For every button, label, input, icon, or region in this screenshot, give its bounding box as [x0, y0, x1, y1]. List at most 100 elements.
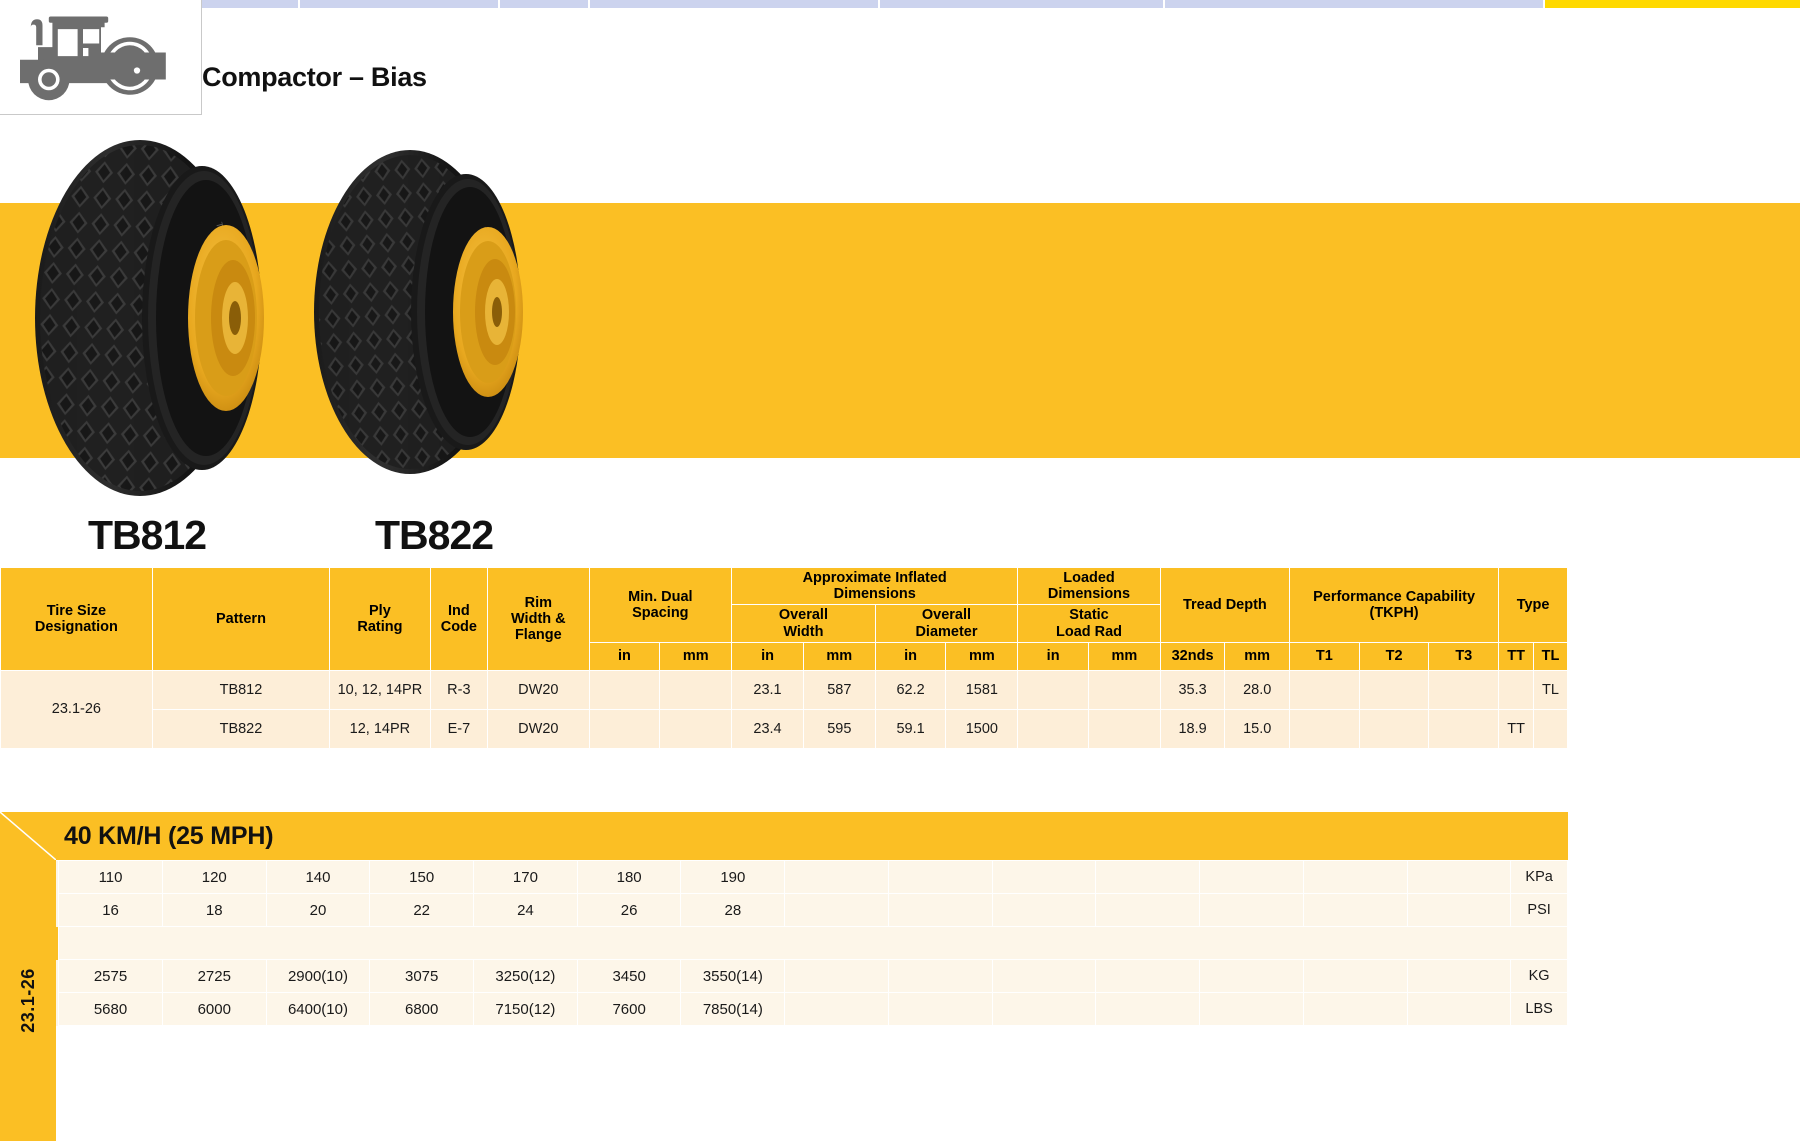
cell-ind-code: R-3	[429, 669, 489, 710]
cell-kpa	[887, 860, 993, 894]
cell-ply-rating: 10, 12, 14PR	[329, 669, 431, 710]
cell-kg: 3075	[369, 959, 475, 993]
row-pressure-psi: 16 18 20 22 24 26 28 PSI	[0, 893, 1568, 927]
th-rim-width-flange: Rim Width & Flange	[487, 567, 590, 671]
load-pressure-block: 23.1-26 40 KM/H (25 MPH) 110 120 140 150…	[0, 812, 1568, 1141]
cell-t3	[1428, 669, 1500, 710]
cell-od-mm: 1500	[945, 708, 1019, 749]
top-tab-3[interactable]	[500, 0, 590, 8]
cell-kg: 2575	[58, 959, 163, 993]
th-unit-md-mm: mm	[659, 641, 733, 671]
cell-kg: 2725	[161, 959, 267, 993]
cell-kpa	[991, 860, 1097, 894]
cell-lbs	[1095, 992, 1201, 1026]
cell-t1	[1288, 708, 1360, 749]
row-pressure-kpa: 110 120 140 150 170 180 190 KPa	[0, 860, 1568, 894]
gap-cell	[58, 926, 1568, 960]
th-unit-td-mm: mm	[1224, 641, 1290, 671]
th-type: Type	[1498, 567, 1568, 643]
th-tire-size: Tire Size Designation	[0, 567, 153, 671]
cell-rim: DW20	[487, 669, 590, 710]
unit-label-psi: PSI	[1510, 893, 1568, 927]
cell-od-in: 62.2	[874, 669, 947, 710]
top-tab-strip[interactable]	[180, 0, 1800, 8]
top-tab-4[interactable]	[590, 0, 880, 8]
top-tab-2[interactable]	[300, 0, 500, 8]
cell-td-32nds: 35.3	[1159, 669, 1226, 710]
cell-ow-mm: 587	[802, 669, 876, 710]
th-unit-ow-in: in	[731, 641, 804, 671]
cell-tt	[1498, 669, 1535, 710]
cell-lbs	[1406, 992, 1512, 1026]
cell-pattern: TB822	[151, 708, 331, 749]
th-loaded-dimensions: Loaded Dimensions	[1017, 566, 1161, 606]
th-unit-ow-mm: mm	[802, 641, 876, 671]
spec-header-row-1: Tire Size Designation Pattern Ply Rating…	[0, 566, 1568, 671]
cell-kpa	[1302, 860, 1408, 894]
cell-td-mm: 15.0	[1224, 708, 1290, 749]
load-speed-title: 40 KM/H (25 MPH)	[64, 821, 274, 850]
cell-kpa: 180	[576, 860, 682, 894]
cell-od-in: 59.1	[874, 708, 947, 749]
th-unit-tl: TL	[1533, 641, 1568, 671]
cell-psi: 16	[58, 893, 163, 927]
cell-lbs	[1302, 992, 1408, 1026]
cell-kg	[1095, 959, 1201, 993]
spine-diagonal-cut	[0, 812, 56, 860]
cell-tl: TL	[1533, 669, 1568, 710]
cell-kpa: 110	[58, 860, 163, 894]
cell-t2	[1358, 708, 1430, 749]
cell-psi: 24	[473, 893, 578, 927]
cell-kpa: 190	[680, 860, 786, 894]
cell-kpa: 120	[161, 860, 267, 894]
size-spine-label: 23.1-26	[17, 968, 38, 1033]
th-pattern: Pattern	[151, 567, 331, 671]
cell-kg: 3550(14)	[680, 959, 786, 993]
th-unit-t2: T2	[1358, 641, 1430, 671]
cell-lbs: 7600	[576, 992, 682, 1026]
table-row: 23.1-26 TB812 10, 12, 14PR R-3 DW20 23.1…	[0, 669, 1568, 749]
cell-ply-rating: 12, 14PR	[329, 708, 431, 749]
th-min-dual-spacing: Min. Dual Spacing	[588, 567, 733, 643]
cell-lbs: 7850(14)	[680, 992, 786, 1026]
cell-psi: 28	[680, 893, 786, 927]
cell-kpa	[1095, 860, 1201, 894]
th-performance-capability: Performance Capability (TKPH)	[1288, 567, 1500, 643]
th-unit-md-in: in	[588, 641, 661, 671]
cell-pattern: TB812	[151, 669, 331, 710]
road-compactor-icon	[19, 16, 166, 101]
th-unit-od-in: in	[874, 641, 947, 671]
cell-ow-in: 23.1	[731, 669, 804, 710]
unit-label-kpa: KPa	[1510, 860, 1568, 894]
cell-kg	[887, 959, 993, 993]
cell-kg: 3450	[576, 959, 682, 993]
cell-psi	[1095, 893, 1201, 927]
cell-kg: 2900(10)	[265, 959, 371, 993]
specification-table: Tire Size Designation Pattern Ply Rating…	[0, 566, 1568, 749]
cell-tt: TT	[1498, 708, 1535, 749]
top-tab-6[interactable]	[1165, 0, 1545, 8]
cell-md-mm	[659, 669, 733, 710]
top-tab-5[interactable]	[880, 0, 1165, 8]
th-unit-od-mm: mm	[945, 641, 1019, 671]
cell-lbs: 6000	[161, 992, 267, 1026]
page-title: Compactor – Bias	[202, 62, 427, 92]
cell-slr-in	[1017, 708, 1089, 749]
cell-ow-in: 23.4	[731, 708, 804, 749]
cell-lbs: 6400(10)	[265, 992, 371, 1026]
cell-rim: DW20	[487, 708, 590, 749]
cell-t3	[1428, 708, 1500, 749]
load-title-row: 40 KM/H (25 MPH)	[0, 812, 1568, 860]
tire-image-tb822: TRIANGLE	[310, 140, 560, 485]
cell-psi	[1199, 893, 1304, 927]
cell-psi	[784, 893, 889, 927]
top-tab-7[interactable]	[1545, 0, 1800, 8]
th-unit-td-32nds: 32nds	[1159, 641, 1226, 671]
cell-lbs	[991, 992, 1097, 1026]
th-ply-rating: Ply Rating	[329, 567, 431, 671]
cell-lbs: 6800	[369, 992, 475, 1026]
cell-tl	[1533, 708, 1568, 749]
unit-label-lbs: LBS	[1510, 992, 1568, 1026]
cell-psi	[991, 893, 1097, 927]
cell-lbs	[784, 992, 889, 1026]
